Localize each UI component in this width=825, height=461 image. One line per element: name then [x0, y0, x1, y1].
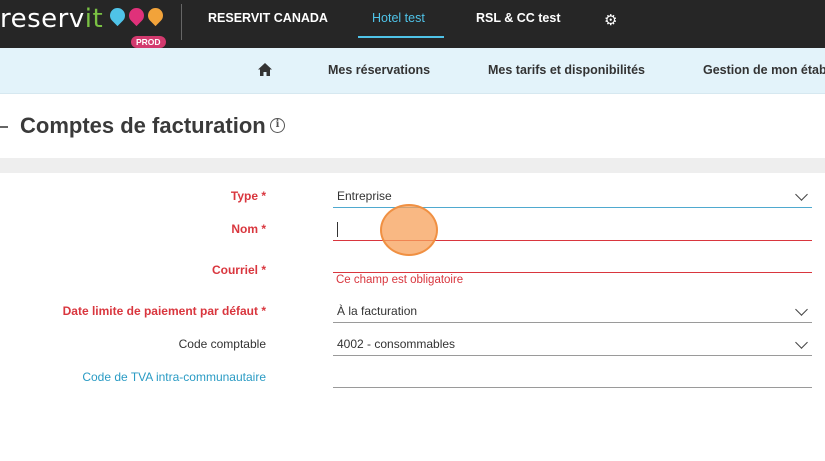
courriel-error: Ce champ est obligatoire: [336, 274, 464, 286]
type-label: Type *: [230, 189, 266, 203]
active-tab-indicator: [358, 36, 444, 38]
date-limite-label: Date limite de paiement par défaut *: [62, 304, 266, 318]
courriel-label: Courriel *: [211, 263, 266, 277]
gear-icon[interactable]: ⚙: [604, 11, 617, 29]
chevron-down-icon: [795, 188, 808, 201]
code-comptable-select[interactable]: 4002 - consommables: [333, 334, 812, 356]
env-badge: PROD: [131, 36, 166, 48]
subnav-item-tarifs[interactable]: Mes tarifs et disponibilités: [488, 63, 645, 77]
collapse-dash-icon[interactable]: [0, 126, 8, 128]
secondary-nav: Mes réservations Mes tarifs et disponibi…: [0, 48, 825, 94]
chevron-down-icon: [795, 336, 808, 349]
top-bar: reservit PROD RESERVIT CANADA Hotel test…: [0, 0, 825, 48]
section-divider: [0, 158, 825, 173]
info-icon[interactable]: i: [270, 118, 285, 133]
code-comptable-label: Code comptable: [178, 337, 266, 351]
text-caret: [337, 222, 338, 237]
reservit-logo[interactable]: reservit PROD: [0, 2, 176, 48]
tva-label[interactable]: Code de TVA intra-communautaire: [82, 370, 266, 384]
nom-label: Nom *: [231, 222, 266, 236]
tva-input[interactable]: [333, 366, 812, 388]
topnav-item-hotel-test[interactable]: Hotel test: [372, 11, 425, 25]
chevron-down-icon: [795, 303, 808, 316]
date-limite-value: À la facturation: [337, 304, 418, 318]
subnav-item-gestion[interactable]: Gestion de mon établ: [703, 63, 825, 77]
click-indicator: [380, 204, 438, 256]
topbar-divider: [181, 4, 182, 40]
topnav-item-reservit-canada[interactable]: RESERVIT CANADA: [208, 11, 328, 25]
subnav-item-reservations[interactable]: Mes réservations: [328, 63, 430, 77]
home-icon[interactable]: [257, 62, 273, 78]
type-value: Entreprise: [337, 189, 392, 203]
date-limite-select[interactable]: À la facturation: [333, 301, 812, 323]
page-title: Comptes de facturation: [20, 113, 266, 138]
topnav-item-rsl-cc-test[interactable]: RSL & CC test: [476, 11, 561, 25]
logo-text: reservit: [0, 4, 104, 34]
code-comptable-value: 4002 - consommables: [337, 337, 456, 351]
